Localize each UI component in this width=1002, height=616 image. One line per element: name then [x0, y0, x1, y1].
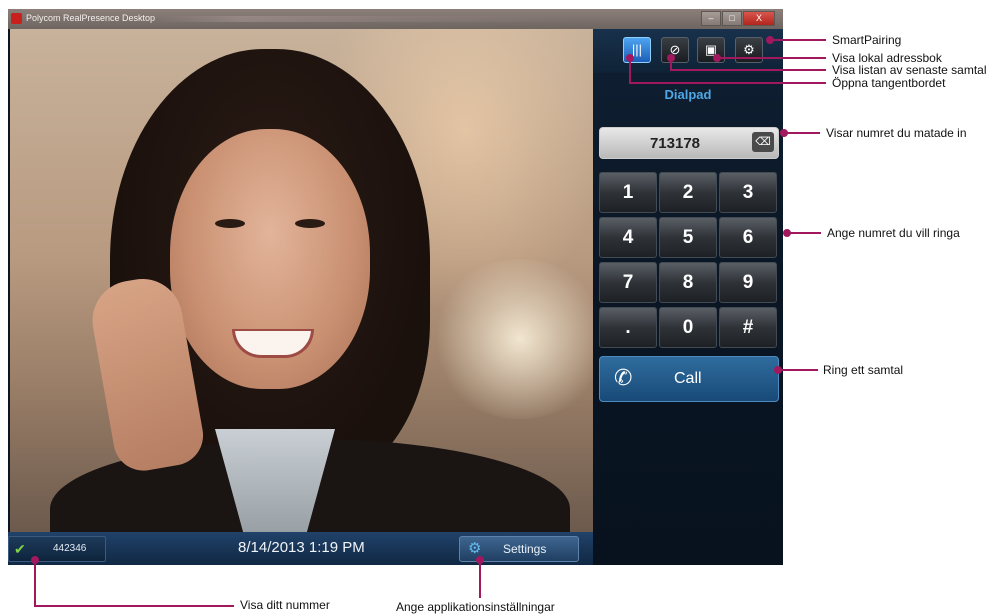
minimize-button[interactable]: – [701, 11, 721, 26]
window-title: Polycom RealPresence Desktop [26, 13, 156, 23]
key-1[interactable]: 1 [599, 172, 657, 213]
my-number-button[interactable]: ✔ 442346 [8, 536, 106, 562]
person-right-eye [295, 219, 325, 228]
title-bar-blurred-text [158, 16, 578, 22]
smartpairing-icon[interactable]: ⚙ [735, 37, 763, 63]
key-2[interactable]: 2 [659, 172, 717, 213]
annotation-shows-number: Visar numret du matade in [826, 126, 967, 140]
polycom-app-icon [11, 13, 22, 24]
callout-line [717, 57, 826, 59]
title-bar[interactable]: Polycom RealPresence Desktop – □ X [8, 9, 783, 29]
callout-line [34, 560, 36, 606]
callout-line [784, 132, 820, 134]
callout-line [479, 560, 481, 598]
key-dot[interactable]: . [599, 307, 657, 348]
backspace-button[interactable]: ⌫ [752, 132, 774, 152]
video-feed [10, 29, 593, 532]
app-window: Polycom RealPresence Desktop – □ X ✔ 442… [8, 9, 783, 565]
callout-line [787, 232, 821, 234]
date-time: 8/14/2013 1:19 PM [238, 539, 365, 556]
person-left-eye [215, 219, 245, 228]
callout-line [770, 39, 826, 41]
window-controls: – □ X [701, 11, 775, 26]
key-hash[interactable]: # [719, 307, 777, 348]
panel-toolbar: ||| ⊘ ▣ ⚙ [593, 29, 783, 73]
call-label: Call [674, 370, 702, 387]
panel-title: Dialpad [664, 87, 712, 102]
annotation-smartpairing: SmartPairing [832, 33, 902, 47]
callout-line [629, 58, 631, 83]
status-bar: ✔ 442346 8/14/2013 1:19 PM ⚙ Settings [8, 532, 593, 565]
callout-line [778, 369, 818, 371]
key-7[interactable]: 7 [599, 262, 657, 303]
status-check-icon: ✔ [14, 541, 26, 557]
key-3[interactable]: 3 [719, 172, 777, 213]
maximize-button[interactable]: □ [722, 11, 742, 26]
annotation-enter-number: Ange numret du vill ringa [827, 226, 960, 240]
callout-line [34, 605, 234, 607]
phone-icon: ✆ [614, 365, 633, 390]
background-lamp [430, 259, 593, 419]
key-5[interactable]: 5 [659, 217, 717, 258]
annotation-make-call: Ring ett samtal [823, 363, 904, 377]
annotation-show-my-number: Visa ditt nummer [240, 598, 330, 612]
settings-label: Settings [503, 542, 547, 556]
recent-calls-icon[interactable]: ⊘ [661, 37, 689, 63]
my-number: 442346 [53, 543, 87, 554]
key-4[interactable]: 4 [599, 217, 657, 258]
number-field[interactable]: 713178 ⌫ [599, 127, 779, 159]
annotation-recent-calls: Visa listan av senaste samtal [832, 63, 987, 77]
key-6[interactable]: 6 [719, 217, 777, 258]
call-button[interactable]: ✆ Call [599, 356, 779, 402]
key-0[interactable]: 0 [659, 307, 717, 348]
annotation-open-keypad: Öppna tangentbordet [832, 76, 946, 90]
key-9[interactable]: 9 [719, 262, 777, 303]
callout-line [670, 69, 826, 71]
key-8[interactable]: 8 [659, 262, 717, 303]
callout-line [629, 82, 826, 84]
close-button[interactable]: X [743, 11, 775, 26]
annotation-app-settings: Ange applikationsinställningar [396, 600, 555, 614]
dialpad-panel: ||| ⊘ ▣ ⚙ Dialpad 713178 ⌫ 1 2 3 4 5 6 7… [593, 29, 783, 565]
entered-number: 713178 [649, 135, 701, 152]
